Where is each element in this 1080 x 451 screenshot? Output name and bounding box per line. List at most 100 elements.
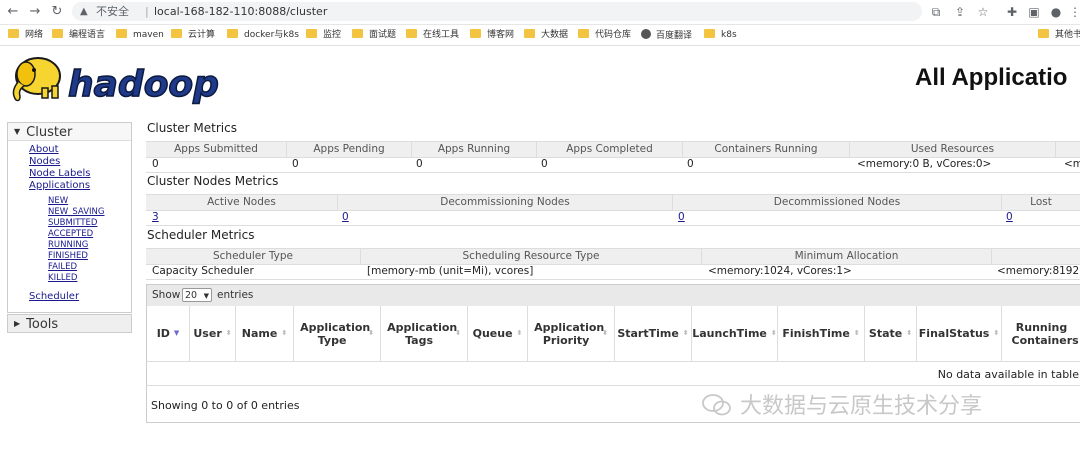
menu-icon[interactable]: ⋮ [1066, 3, 1080, 21]
folder-icon [352, 29, 363, 38]
column-header-application-type[interactable]: Application Type ⬍ [294, 306, 381, 362]
extensions-icon[interactable]: ✚ [1003, 3, 1021, 21]
bookmark-folder[interactable]: 编程语言 [52, 29, 105, 41]
value-scheduler-type: Capacity Scheduler [152, 265, 254, 277]
bookmark-folder[interactable]: 在线工具 [406, 29, 459, 41]
column-header-launch-time[interactable]: LaunchTime ⬍ [692, 306, 778, 362]
scheduler-metrics-title: Scheduler Metrics [147, 228, 255, 242]
value-apps-completed: 0 [541, 158, 548, 170]
entries-label: entries [217, 289, 254, 301]
value-scheduling-resource-type: [memory-mb (unit=Mi), vcores] [367, 265, 534, 277]
logo-text: hadoop [68, 64, 219, 105]
bookmarks-bar: 网络 编程语言 maven 云计算 docker与k8s 监控 面试题 在线工具… [0, 25, 1080, 46]
cluster-metrics-title: Cluster Metrics [147, 121, 237, 135]
column-header-final-status[interactable]: FinalStatus ⬍ [917, 306, 1002, 362]
folder-icon [578, 29, 589, 38]
share-icon[interactable]: ⇪ [951, 3, 969, 21]
value-lost-nodes-link[interactable]: 0 [1006, 210, 1013, 225]
side-panel-icon[interactable]: ▣ [1025, 3, 1043, 21]
folder-icon [1038, 29, 1049, 38]
sort-icon: ⬍ [682, 329, 689, 337]
table-info: Showing 0 to 0 of 0 entries [151, 399, 300, 412]
bookmark-folder[interactable]: 网络 [8, 29, 43, 41]
bookmark-folder[interactable]: 代码仓库 [578, 29, 631, 41]
sidebar-app-state-finished[interactable]: FINISHED [48, 251, 88, 262]
sidebar-cluster-header[interactable]: ▼ Cluster [8, 123, 131, 141]
header-decommissioning-nodes: Decommissioning Nodes [338, 195, 673, 210]
sidebar-tools-header[interactable]: ▶ Tools [8, 315, 131, 332]
sidebar-app-state-running[interactable]: RUNNING [48, 240, 88, 251]
table-row: Capacity Scheduler [memory-mb (unit=Mi),… [146, 264, 1080, 280]
column-header-finish-time[interactable]: FinishTime ⬍ [778, 306, 865, 362]
sidebar-link-applications[interactable]: Applications [29, 180, 90, 192]
folder-icon [8, 29, 19, 38]
table-header-row: Apps Submitted Apps Pending Apps Running… [146, 141, 1080, 158]
insecure-label: 不安全 [96, 5, 129, 18]
nodes-metrics-table: Active Nodes Decommissioning Nodes Decom… [146, 194, 1080, 226]
sidebar-app-state-failed[interactable]: FAILED [48, 262, 77, 273]
star-icon[interactable]: ☆ [974, 3, 992, 21]
folder-icon [306, 29, 317, 38]
value-used-resources: <memory:0 B, vCores:0> [857, 158, 992, 170]
page-size-select[interactable]: 20 ▼ [182, 288, 212, 302]
folder-icon [406, 29, 417, 38]
header-used-resources: Used Resources [850, 142, 1056, 157]
bookmark-folder[interactable]: 博客网 [470, 29, 514, 41]
sort-icon: ⬍ [993, 329, 1000, 337]
url-text: local-168-182-110:8088/cluster [154, 5, 328, 18]
value-decommissioned-nodes-link[interactable]: 0 [678, 210, 685, 225]
column-header-queue[interactable]: Queue ⬍ [468, 306, 528, 362]
column-header-name[interactable]: Name ⬍ [236, 306, 294, 362]
sidebar-link-about[interactable]: About [29, 144, 59, 156]
back-arrow-icon[interactable]: ← [4, 3, 22, 21]
bookmark-link[interactable]: 百度翻译 [641, 29, 692, 42]
header-scheduler-type: Scheduler Type [146, 249, 361, 264]
translate-icon[interactable]: ⧉ [927, 3, 945, 21]
column-header-id[interactable]: ID ▼ [147, 306, 190, 362]
url-field[interactable]: ▲ 不安全 | local-168-182-110:8088/cluster [72, 2, 922, 21]
sidebar-app-state-new[interactable]: NEW [48, 196, 68, 207]
bookmark-folder[interactable]: 云计算 [171, 29, 215, 41]
sort-icon: ⬍ [516, 329, 523, 337]
value-active-nodes-link[interactable]: 3 [152, 210, 159, 225]
empty-table-message: No data available in table [937, 368, 1079, 381]
folder-icon [227, 29, 238, 38]
column-header-user[interactable]: User ⬍ [190, 306, 236, 362]
globe-icon [641, 29, 651, 39]
url-separator: | [145, 5, 149, 18]
bookmark-folder[interactable]: 大数据 [524, 29, 568, 41]
bookmark-folder[interactable]: k8s [704, 29, 737, 41]
table-row: 0 0 0 0 0 <memory:0 B, vCores:0> <m [146, 157, 1080, 173]
header-apps-submitted: Apps Submitted [146, 142, 287, 157]
sort-icon: ⬍ [455, 329, 461, 337]
column-header-application-tags[interactable]: Application Tags ⬍ [381, 306, 468, 362]
bookmark-folder-other[interactable]: 其他书 [1038, 29, 1080, 41]
header-containers-running: Containers Running [683, 142, 850, 157]
sidebar-app-state-killed[interactable]: KILLED [48, 273, 77, 284]
column-header-running-containers[interactable]: Running Containers [1002, 306, 1080, 362]
value-decommissioning-nodes-link[interactable]: 0 [342, 210, 349, 225]
sidebar-app-state-new-saving[interactable]: NEW_SAVING [48, 207, 104, 218]
sort-desc-icon: ▼ [173, 329, 180, 337]
sort-icon: ⬍ [602, 329, 608, 337]
bookmark-folder[interactable]: docker与k8s [227, 29, 299, 41]
folder-icon [524, 29, 535, 38]
header-apps-running: Apps Running [412, 142, 537, 157]
sidebar-app-state-submitted[interactable]: SUBMITTED [48, 218, 97, 229]
sidebar-link-scheduler[interactable]: Scheduler [29, 291, 79, 303]
column-header-state[interactable]: State ⬍ [865, 306, 917, 362]
profile-icon[interactable]: ● [1047, 3, 1065, 21]
bookmark-folder[interactable]: maven [116, 29, 164, 41]
column-header-application-priority[interactable]: Application Priority ⬍ [528, 306, 615, 362]
bookmark-folder[interactable]: 监控 [306, 29, 341, 41]
value-containers-running: 0 [687, 158, 694, 170]
sidebar-link-nodes[interactable]: Nodes [29, 156, 60, 168]
reload-icon[interactable]: ↻ [48, 3, 66, 21]
folder-icon [116, 29, 127, 38]
sidebar-link-node-labels[interactable]: Node Labels [29, 168, 90, 180]
forward-arrow-icon[interactable]: → [26, 3, 44, 21]
bookmark-folder[interactable]: 面试题 [352, 29, 396, 41]
sort-icon: ⬍ [906, 329, 913, 337]
sidebar-app-state-accepted[interactable]: ACCEPTED [48, 229, 93, 240]
column-header-start-time[interactable]: StartTime ⬍ [615, 306, 692, 362]
